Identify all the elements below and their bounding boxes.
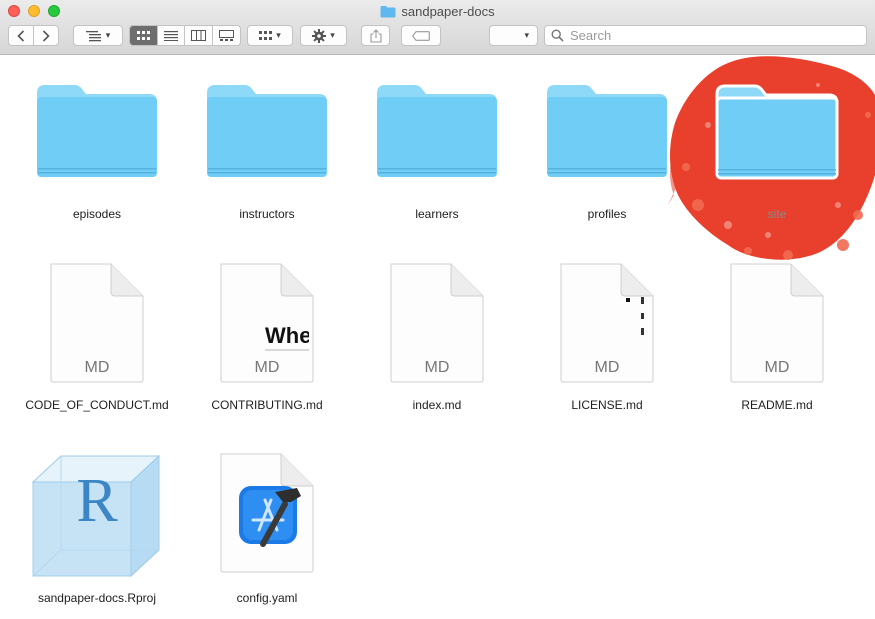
column-view-icon: [190, 30, 206, 41]
folder-item[interactable]: episodes: [17, 81, 177, 226]
arrange-button[interactable]: ▾: [247, 25, 293, 46]
window-toolbar: sandpaper-docs ▾ ▾ ▾ ▾ Search: [0, 0, 875, 55]
chevron-down-icon: ▾: [524, 30, 529, 40]
file-type-badge: MD: [424, 359, 450, 376]
file-label: CODE_OF_CONDUCT.md: [25, 398, 169, 412]
path-dropdown[interactable]: ▾: [489, 25, 538, 46]
file-item[interactable]: MD LICENSE.md: [527, 262, 687, 412]
group-list-icon: [85, 30, 101, 41]
file-type-badge: MD: [764, 359, 790, 376]
column-view-button[interactable]: [185, 26, 213, 45]
arrange-grid-icon: [259, 30, 273, 40]
file-label: config.yaml: [236, 591, 298, 605]
navigation-buttons: [8, 25, 59, 46]
folder-label: site: [767, 207, 787, 221]
file-type-badge: MD: [84, 359, 110, 376]
forward-button[interactable]: [34, 26, 58, 45]
folder-item[interactable]: learners: [357, 81, 517, 226]
share-button[interactable]: [361, 25, 390, 46]
file-type-badge: MD: [254, 359, 280, 376]
file-item[interactable]: R sandpaper-docs.Rproj: [17, 452, 177, 607]
back-button[interactable]: [9, 26, 34, 45]
file-type-badge: MD: [594, 359, 620, 376]
xcode-app-icon: [239, 486, 301, 547]
chevron-down-icon: ▾: [330, 30, 335, 40]
view-mode-control: [129, 25, 241, 46]
action-button[interactable]: ▾: [300, 25, 347, 46]
chevron-down-icon: ▾: [276, 30, 281, 40]
r-glyph: R: [76, 467, 118, 535]
gear-icon: [312, 28, 327, 43]
search-icon: [551, 29, 564, 42]
folder-icon: [37, 85, 157, 177]
share-icon: [369, 28, 382, 43]
window-title: sandpaper-docs: [0, 4, 875, 21]
chevron-right-icon: [42, 29, 50, 42]
group-by-button[interactable]: ▾: [73, 25, 123, 46]
folder-icon: [380, 5, 396, 21]
search-field[interactable]: [544, 25, 867, 46]
file-label: README.md: [741, 398, 813, 412]
icon-grid: episodes instructors learners profiles s…: [0, 55, 875, 619]
folder-item[interactable]: instructors: [187, 81, 347, 226]
file-item[interactable]: config.yaml: [187, 452, 347, 607]
file-preview-text: Whe: [265, 323, 309, 348]
window-title-text: sandpaper-docs: [401, 4, 495, 19]
chevron-left-icon: [17, 29, 24, 42]
chevron-down-icon: ▾: [105, 30, 111, 40]
file-label: sandpaper-docs.Rproj: [37, 591, 157, 605]
file-item[interactable]: MD README.md: [697, 262, 857, 412]
list-view-button[interactable]: [158, 26, 185, 45]
folder-item[interactable]: profiles: [527, 81, 687, 226]
gallery-view-icon: [218, 30, 234, 41]
folder-icon: [715, 84, 839, 180]
gallery-view-button[interactable]: [213, 26, 240, 45]
folder-icon: [377, 85, 497, 177]
folder-label: episodes: [72, 207, 122, 221]
file-label: index.md: [412, 398, 462, 412]
file-item[interactable]: Whe MD CONTRIBUTING.md: [187, 262, 347, 412]
icon-view-button[interactable]: [130, 26, 158, 45]
file-label: LICENSE.md: [571, 398, 643, 412]
tag-icon: [412, 30, 430, 41]
file-item[interactable]: MD index.md: [357, 262, 517, 412]
edit-tags-button[interactable]: [401, 25, 441, 46]
file-label: CONTRIBUTING.md: [211, 398, 323, 412]
icon-view-icon: [136, 30, 150, 40]
list-view-icon: [163, 30, 178, 41]
folder-item[interactable]: site: [697, 81, 857, 226]
folder-label: profiles: [587, 207, 627, 221]
folder-icon: [547, 85, 667, 177]
file-item[interactable]: MD CODE_OF_CONDUCT.md: [17, 262, 177, 412]
folder-label: learners: [415, 207, 459, 221]
folder-label: instructors: [239, 207, 295, 221]
folder-icon: [207, 85, 327, 177]
search-input[interactable]: [568, 27, 852, 44]
